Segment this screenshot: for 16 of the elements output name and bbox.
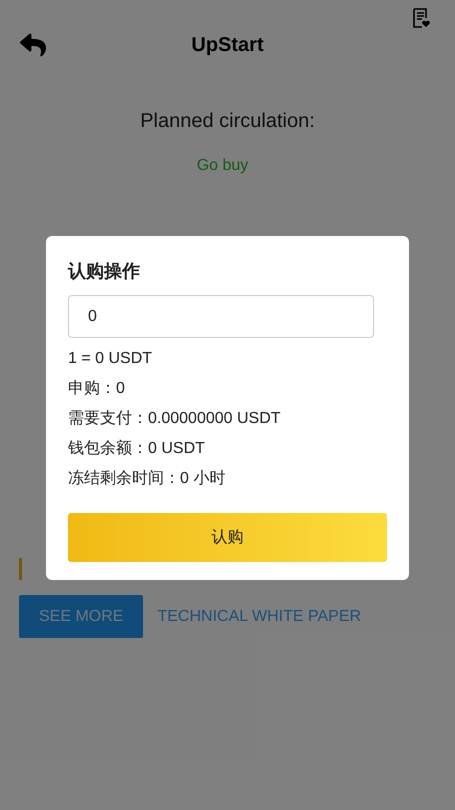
document-heart-icon[interactable]	[411, 8, 431, 28]
info-line: 申购：0	[68, 378, 126, 399]
info-line: 1 = 0 USDT	[68, 349, 154, 369]
technical-paper-link[interactable]: TECHNICAL WHITE PAPER	[157, 604, 362, 628]
section-accent-bar	[19, 558, 22, 580]
planned-circulation-label: Planned circulation:	[140, 109, 315, 134]
subscribe-button[interactable]: 认购	[68, 513, 387, 562]
amount-field[interactable]: 0	[68, 295, 374, 338]
go-buy-link[interactable]: Go buy	[196, 154, 248, 178]
back-icon[interactable]	[20, 32, 46, 58]
info-line: 钱包余额：0 USDT	[68, 438, 206, 459]
dialog-title: 认购操作	[68, 260, 141, 283]
info-line: 需要支付：0.00000000 USDT	[68, 408, 282, 429]
info-line: 冻结剩余时间：0 小时	[68, 468, 226, 489]
page-title: UpStart	[191, 33, 264, 58]
see-more-button[interactable]: SEE MORE	[19, 595, 144, 638]
